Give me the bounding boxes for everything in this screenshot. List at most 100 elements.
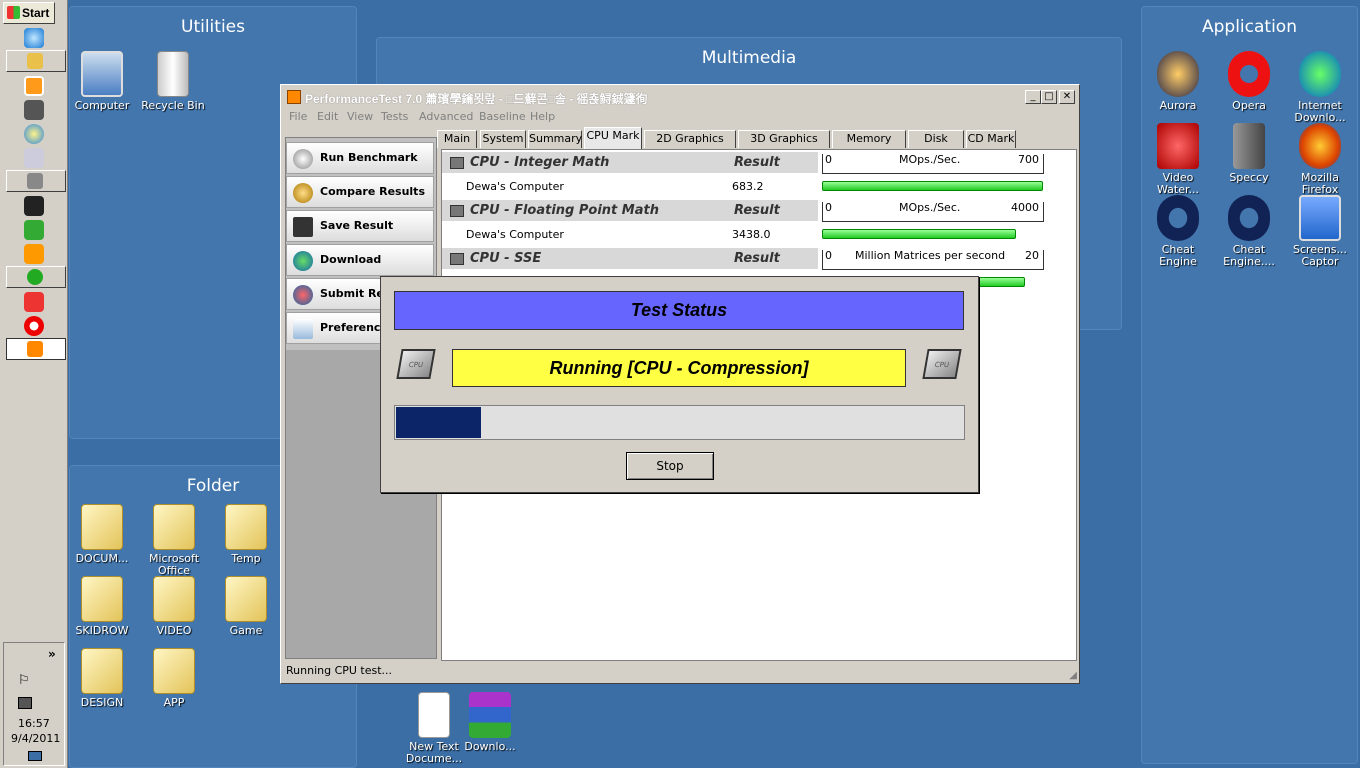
maximize-button[interactable]: □ [1041, 90, 1057, 104]
menu-tests[interactable]: Tests [381, 110, 408, 123]
internet-download-manager-icon [1299, 51, 1341, 97]
result-bar-integer-math [822, 181, 1043, 191]
new-text-document-shortcut[interactable]: New Text Docume... [402, 692, 466, 765]
app-sun-icon[interactable] [24, 124, 44, 144]
recycle-bin-shortcut[interactable]: Recycle Bin [141, 51, 205, 112]
taskbar-button-explorer[interactable] [6, 50, 66, 72]
menu-edit[interactable]: Edit [317, 110, 338, 123]
internet-explorer-icon[interactable] [24, 28, 44, 48]
cheat-engine-icon [1157, 195, 1199, 241]
tab-system[interactable]: System [480, 130, 526, 148]
save-result-button[interactable]: Save Result [286, 210, 434, 242]
folder-microsoft-office[interactable]: Microsoft Office [142, 504, 206, 577]
multimedia-title: Multimedia [701, 48, 797, 68]
menu-view[interactable]: View [347, 110, 373, 123]
app-s-icon[interactable] [24, 100, 44, 120]
opera-icon[interactable] [24, 316, 44, 336]
stop-button[interactable]: Stop [626, 452, 714, 480]
progress-fill [396, 407, 481, 438]
system-tray: » ⚐ 16:57 9/4/2011 [3, 642, 65, 766]
start-button[interactable]: Start [3, 2, 55, 24]
utilities-title: Utilities [181, 17, 245, 37]
firefox-shortcut[interactable]: Mozilla Firefox [1288, 123, 1352, 196]
folder-icon [153, 648, 195, 694]
globe-upload-icon [293, 285, 313, 305]
compare-results-button[interactable]: Compare Results [286, 176, 434, 208]
tray-expand[interactable]: » [48, 647, 56, 661]
tab-cpu-mark[interactable]: CPU Mark [584, 127, 642, 149]
app-green-icon[interactable] [24, 220, 44, 240]
opera-icon [1228, 51, 1270, 97]
cpu-chip-icon: CPU [393, 345, 439, 385]
folder-temp[interactable]: Temp [214, 504, 278, 565]
tab-disk-mark[interactable]: Disk Mark [908, 130, 964, 161]
cheat-engine-icon [1228, 195, 1270, 241]
application-panel: Application Aurora Opera Internet Downlo… [1141, 6, 1358, 764]
app-icon [287, 90, 301, 104]
idm-shortcut[interactable]: Internet Downlo... [1288, 51, 1352, 124]
cpu-chip-icon [450, 157, 464, 169]
scale-floating-point-math: 0 MOps./Sec. 4000 [822, 201, 1044, 222]
download-archive-shortcut[interactable]: Downlo... [458, 692, 522, 753]
tab-main[interactable]: Main [437, 130, 477, 148]
taskbar-button-alien[interactable] [6, 170, 66, 192]
floppy-disk-icon [293, 217, 313, 237]
folder-video[interactable]: VIDEO [142, 576, 206, 637]
test-header-sse: CPU - SSE Result [442, 248, 818, 270]
close-button[interactable]: ✕ [1059, 90, 1075, 104]
clock-date: 9/4/2011 [11, 732, 61, 745]
folder-game[interactable]: Game [214, 576, 278, 637]
folder-docum[interactable]: DOCUM... [70, 504, 134, 565]
status-bar: Running CPU test... [286, 664, 393, 677]
media-player-icon[interactable] [24, 76, 44, 96]
app-terminal-icon[interactable] [24, 196, 44, 216]
speccy-shortcut[interactable]: Speccy [1217, 123, 1281, 184]
cpu-chip-icon [450, 205, 464, 217]
tab-3d-graphics-mark[interactable]: 3D Graphics Mark [738, 130, 830, 161]
menu-help[interactable]: Help [530, 110, 555, 123]
folder-icon [153, 504, 195, 550]
tab-2d-graphics-mark[interactable]: 2D Graphics Mark [644, 130, 736, 161]
computer-shortcut[interactable]: Computer [70, 51, 134, 112]
taskbar-button-torrent[interactable] [6, 266, 66, 288]
cheat-engine-shortcut[interactable]: Cheat Engine [1146, 195, 1210, 268]
taskbar: Start » ⚐ 16:57 9/4/2011 [0, 0, 68, 768]
flag-icon[interactable]: ⚐ [18, 673, 30, 688]
tab-summary[interactable]: Summary [528, 130, 582, 148]
menu-file[interactable]: File [289, 110, 307, 123]
tab-cd-mark[interactable]: CD Mark [966, 130, 1016, 148]
folder-icon [81, 504, 123, 550]
screenshot-captor-shortcut[interactable]: Screens... Captor [1288, 195, 1352, 268]
screenshot-captor-icon [1299, 195, 1341, 241]
table-row: Dewa's Computer 683.2 [466, 180, 764, 193]
network-icon[interactable] [18, 697, 32, 709]
app-power-icon[interactable] [24, 292, 44, 312]
start-label: Start [22, 6, 50, 20]
minimize-button[interactable]: _ [1025, 90, 1041, 104]
menu-baseline[interactable]: Baseline [479, 110, 526, 123]
download-baseline-button[interactable]: Download Baseline [286, 244, 434, 296]
show-desktop-icon[interactable] [28, 751, 42, 761]
taskbar-button-performancetest[interactable] [6, 338, 66, 360]
table-row: Dewa's Computer 3438.0 [466, 228, 771, 241]
application-title: Application [1202, 17, 1297, 37]
folder-app[interactable]: APP [142, 648, 206, 709]
app-doc-icon[interactable] [24, 148, 44, 168]
run-benchmark-button[interactable]: Run Benchmark [286, 142, 434, 174]
title-bar[interactable]: PerformanceTest 7.0 蕭璸學鑰묏랖 - □드蘚콘□솔 - 徭쵽… [283, 87, 1077, 107]
folder-skidrow[interactable]: SKIDROW [70, 576, 134, 637]
cheat-engine-2-shortcut[interactable]: Cheat Engine.... [1217, 195, 1281, 268]
resize-grip-icon[interactable]: ◢ [1069, 670, 1077, 681]
app-orange-icon[interactable] [24, 244, 44, 264]
windows-logo-icon [7, 6, 20, 19]
folder-design[interactable]: DESIGN [70, 648, 134, 709]
opera-shortcut[interactable]: Opera [1217, 51, 1281, 112]
video-watermark-shortcut[interactable]: Video Water... [1146, 123, 1210, 196]
tab-memory-mark[interactable]: Memory Mark [832, 130, 906, 161]
scale-integer-math: 0 MOps./Sec. 700 [822, 153, 1044, 174]
menu-advanced[interactable]: Advanced [419, 110, 473, 123]
aurora-shortcut[interactable]: Aurora [1146, 51, 1210, 112]
winrar-icon [469, 692, 511, 738]
stopwatch-icon [293, 149, 313, 169]
firefox-icon [1299, 123, 1341, 169]
